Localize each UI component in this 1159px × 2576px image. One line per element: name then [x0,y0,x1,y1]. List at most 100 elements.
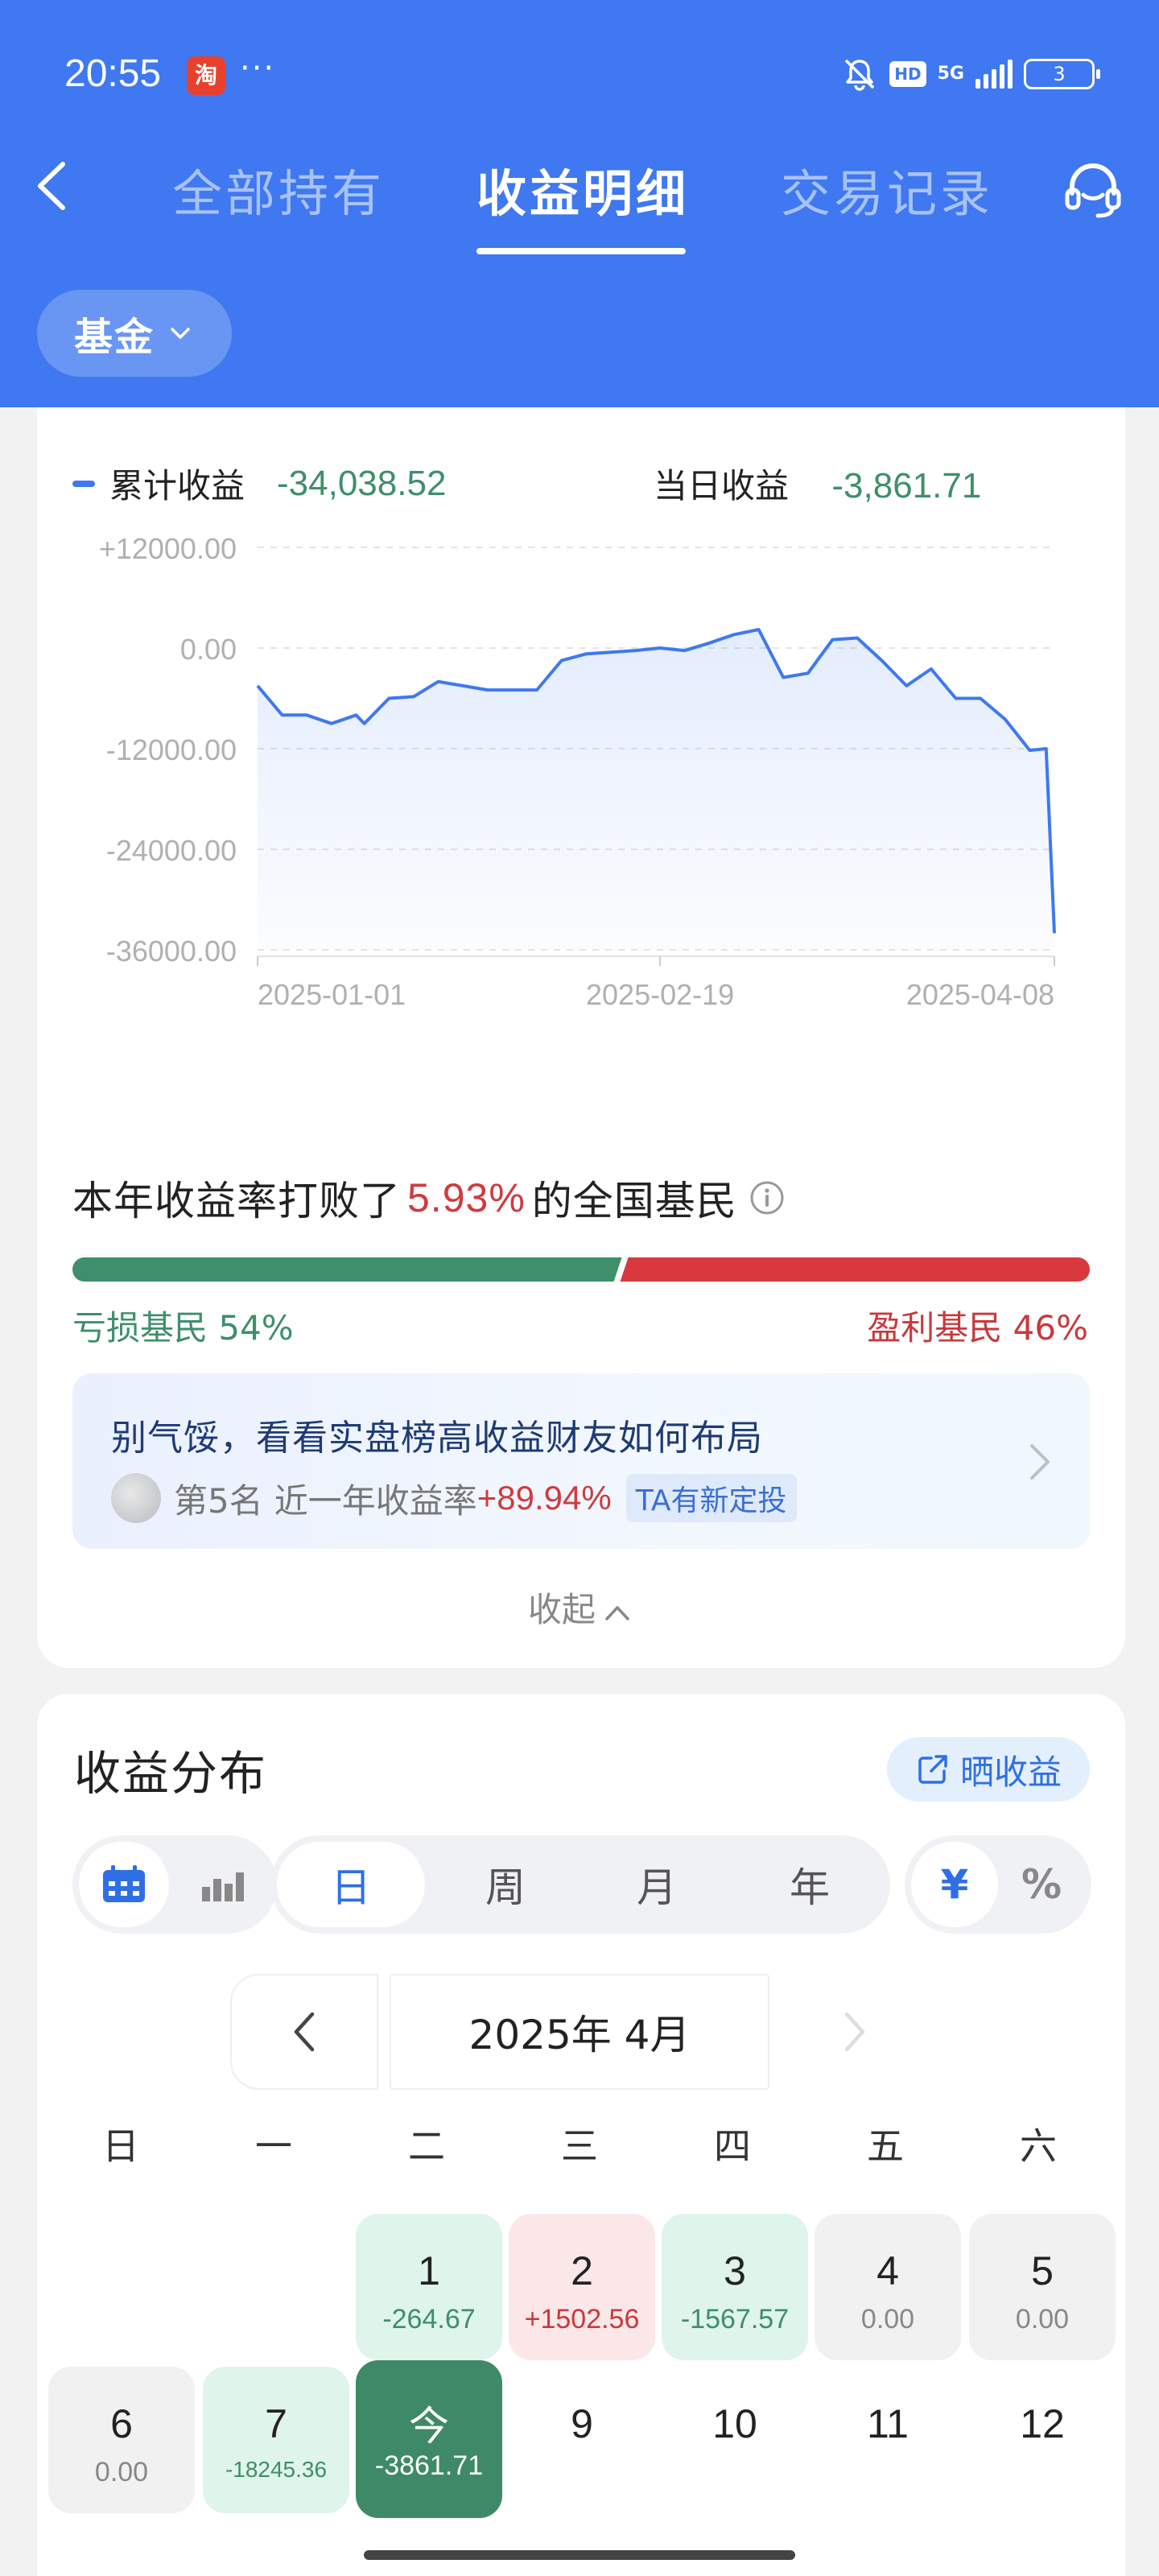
loss-investors-label: 亏损基民 54% [72,1308,294,1348]
beat-suffix: 的全国基民 [531,1178,737,1224]
chevron-down-icon [171,328,190,339]
unit-percent[interactable]: % [998,1842,1085,1927]
y-tick-label: -12000.00 [106,733,237,766]
weekday-mon: 一 [255,2124,292,2168]
cumulative-profit-chart[interactable]: +12000.00 0.00 -12000.00 -24000.00 -36000.00… [56,515,1095,1030]
share-external-icon [918,1755,947,1784]
more-notifications-icon: ··· [240,50,276,87]
collapse-label: 收起 [527,1590,596,1629]
calendar-view-button[interactable] [79,1842,169,1927]
calendar-day[interactable]: 5 0.00 [969,2214,1116,2360]
distribution-title: 收益分布 [74,1746,268,1801]
bar-chart-view-button[interactable] [175,1842,270,1927]
network-type: 5G [937,64,964,84]
day-number: 1 [418,2248,440,2293]
period-week[interactable]: 周 [431,1842,580,1927]
calendar-day[interactable]: 6 0.00 [48,2367,195,2513]
weekday-fri: 五 [867,2124,904,2168]
loss-profit-ratio-bar [72,1257,1090,1282]
period-day[interactable]: 日 [277,1842,425,1927]
fund-filter-dropdown[interactable]: 基金 [37,290,232,377]
weekday-header: 日 一 二 三 四 五 六 [48,2117,1111,2174]
promo-rate-label: 近一年收益率 [274,1480,477,1521]
x-tick-label: 2025-04-08 [906,978,1054,1011]
day-number: 7 [265,2401,287,2446]
avatar [111,1473,161,1523]
loss-segment [72,1257,622,1282]
day-profit-value: +1502.56 [524,2304,640,2334]
day-profit-value: -3861.71 [374,2450,484,2481]
calendar-day[interactable]: 7 -18245.36 [203,2367,349,2513]
daily-label: 当日收益 [654,466,790,506]
profit-investors-label: 盈利基民 46% [867,1308,1088,1348]
view-toggle [72,1835,277,1934]
calendar-day-today[interactable]: 今 -3861.71 [356,2360,502,2518]
period-month[interactable]: 月 [583,1842,731,1927]
y-tick-label: +12000.00 [99,532,237,565]
cumulative-value: -34,038.52 [277,463,447,503]
bar-chart-icon [202,1872,244,1901]
mute-bell-icon [845,59,875,91]
calendar-day[interactable]: 4 0.00 [815,2214,961,2360]
period-selector: 日 周 月 年 [270,1835,890,1934]
day-number: 今 [409,2404,449,2449]
active-tab-underline [476,248,686,254]
calendar-day[interactable]: 1 -264.67 [356,2214,502,2360]
series-area [258,630,1054,950]
month-label: 2025年 4月 [390,1974,769,2090]
collapse-button[interactable]: 收起 [0,1583,1159,1632]
profit-segment [620,1257,1090,1282]
calendar-day[interactable]: 10 [662,2367,808,2513]
unit-yuan[interactable]: ¥ [911,1842,998,1927]
home-indicator[interactable] [364,2550,795,2560]
cumulative-profit-legend: 累计收益 -34,038.52 [72,459,446,508]
next-month-button[interactable] [781,1974,929,2090]
calendar-day[interactable]: 12 [969,2367,1116,2513]
x-tick-label: 2025-02-19 [586,978,734,1011]
beat-statement: 本年收益率打败了 5.93% 的全国基民 [72,1169,786,1227]
day-number: 11 [867,2401,909,2446]
weekday-thu: 四 [714,2124,751,2168]
chevron-right-icon [844,2012,865,2052]
x-tick-label: 2025-01-01 [258,978,406,1011]
signal-icon [975,60,1013,89]
day-profit-value: 0.00 [860,2304,915,2334]
new-investment-tag: TA有新定投 [625,1474,797,1522]
calendar-day[interactable]: 11 [815,2367,961,2513]
y-tick-label: -24000.00 [106,834,237,867]
calendar-day[interactable]: 3 -1567.57 [662,2214,808,2360]
back-arrow-icon[interactable] [32,158,72,214]
calendar-day[interactable]: 2 +1502.56 [509,2214,655,2360]
tab-profit-details[interactable]: 收益明细 [476,153,689,225]
share-profit-button[interactable]: 晒收益 [887,1737,1090,1802]
tab-trade-records[interactable]: 交易记录 [781,153,993,225]
weekday-sun: 日 [102,2124,139,2168]
info-icon[interactable] [749,1179,786,1216]
weekday-tue: 二 [408,2124,445,2168]
prev-month-button[interactable] [230,1974,378,2090]
weekday-wed: 三 [561,2124,598,2168]
tab-all-holdings[interactable]: 全部持有 [172,153,385,225]
status-bar: 20:55 淘 ··· HD 5G 3 [0,0,1159,137]
customer-service-icon[interactable] [1061,158,1125,222]
calendar-icon [103,1865,145,1902]
period-year[interactable]: 年 [736,1842,884,1927]
promo-title: 别气馁，看看实盘榜高收益财友如何布局 [111,1418,763,1459]
day-number: 12 [1020,2401,1065,2446]
leaderboard-promo-card[interactable]: 别气馁，看看实盘榜高收益财友如何布局 第5名 近一年收益率 +89.94% TA… [72,1373,1090,1549]
day-profit-value: 0.00 [1015,2304,1070,2334]
weekday-sat: 六 [1020,2124,1057,2168]
day-number: 3 [724,2248,746,2293]
day-profit-value: -264.67 [382,2304,476,2334]
beat-percent: 5.93% [407,1175,526,1220]
beat-prefix: 本年收益率打败了 [72,1178,401,1224]
promo-subtitle: 第5名 近一年收益率 +89.94% TA有新定投 [111,1473,797,1523]
calendar-day[interactable]: 9 [509,2367,655,2513]
legend-line-icon [72,480,95,487]
taobao-app-icon: 淘 [187,56,225,95]
day-number: 4 [876,2248,899,2293]
chevron-left-icon [294,2012,315,2052]
system-icons: HD 5G 3 [841,53,1100,95]
daily-profit: 当日收益 -3,861.71 [654,459,981,508]
filter-label: 基金 [73,315,155,360]
